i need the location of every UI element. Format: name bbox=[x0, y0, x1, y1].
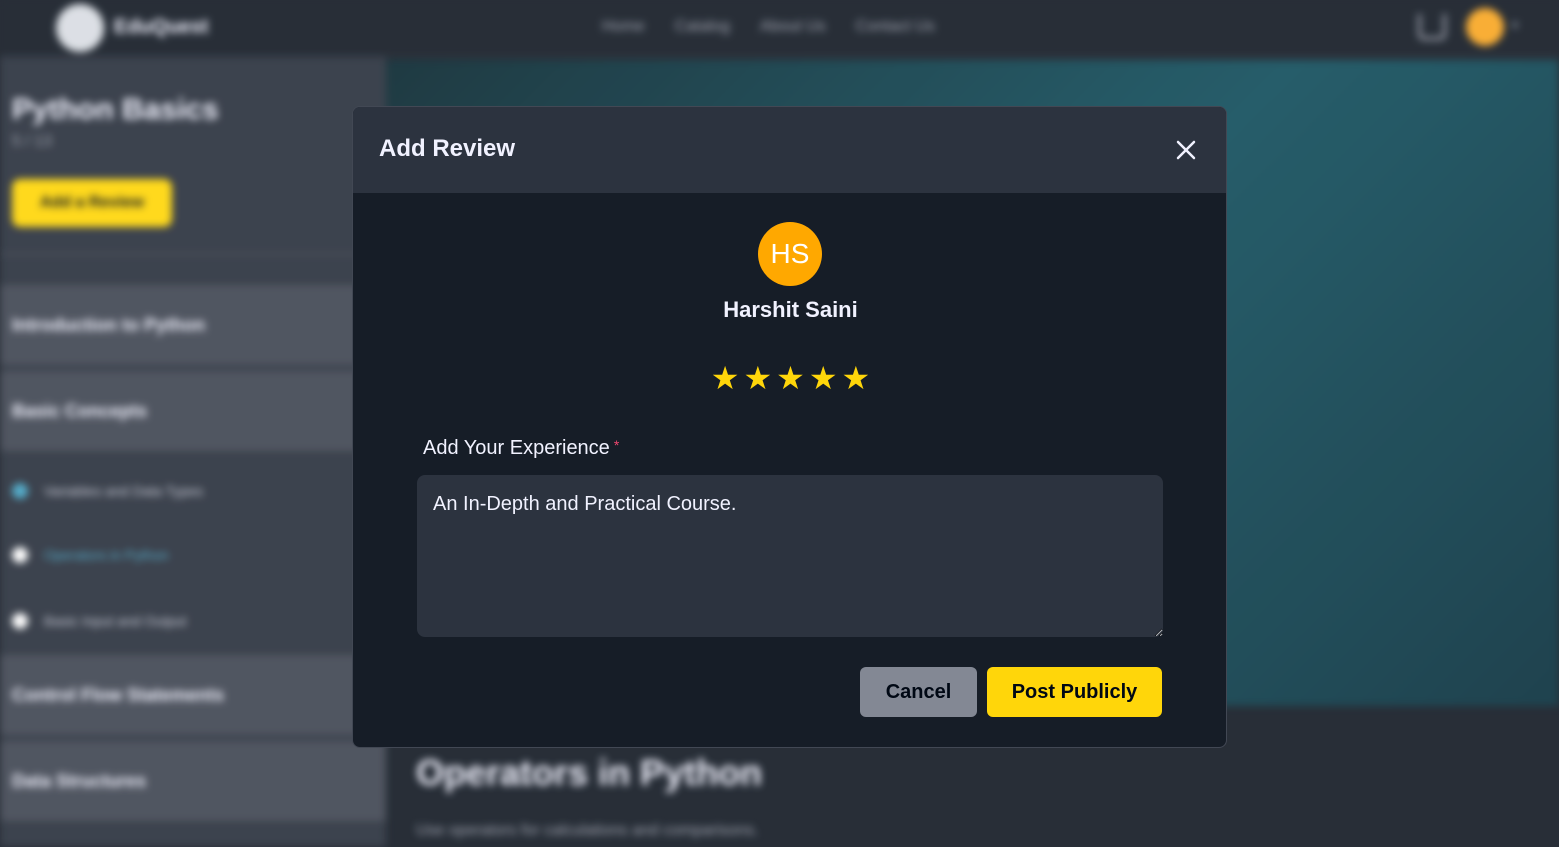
add-review-modal: Add Review HS Harshit Saini ★ ★ ★ ★ ★ Ad… bbox=[352, 106, 1227, 748]
star-icon[interactable]: ★ bbox=[711, 361, 740, 395]
star-icon[interactable]: ★ bbox=[776, 361, 805, 395]
avatar: HS bbox=[758, 222, 822, 286]
star-icon[interactable]: ★ bbox=[809, 361, 838, 395]
close-icon bbox=[1176, 140, 1196, 160]
experience-textarea[interactable]: An In-Depth and Practical Course. bbox=[417, 475, 1163, 637]
modal-header: Add Review bbox=[353, 107, 1226, 193]
user-name: Harshit Saini bbox=[723, 297, 858, 322]
experience-label: Add Your Experience * bbox=[423, 437, 619, 460]
experience-label-text: Add Your Experience bbox=[423, 437, 610, 459]
required-mark: * bbox=[613, 437, 620, 453]
cancel-button[interactable]: Cancel bbox=[860, 667, 977, 717]
post-publicly-button[interactable]: Post Publicly bbox=[987, 667, 1162, 717]
star-icon[interactable]: ★ bbox=[743, 361, 772, 395]
star-icon[interactable]: ★ bbox=[842, 361, 871, 395]
close-button[interactable] bbox=[1169, 133, 1203, 167]
star-rating: ★ ★ ★ ★ ★ bbox=[353, 361, 1226, 395]
modal-title: Add Review bbox=[379, 135, 516, 162]
